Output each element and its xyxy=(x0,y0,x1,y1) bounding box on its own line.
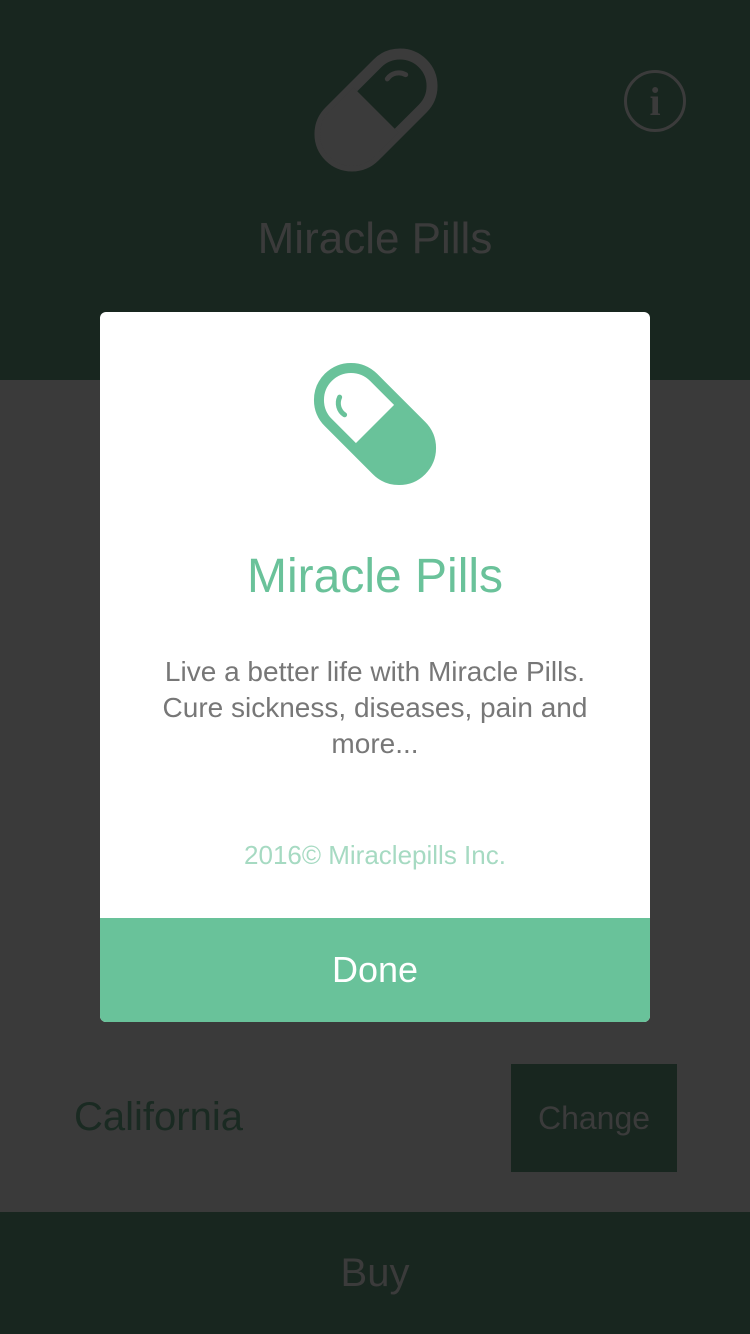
modal-description: Live a better life with Miracle Pills. C… xyxy=(162,656,588,759)
header-title: Miracle Pills xyxy=(257,214,493,263)
done-button[interactable]: Done xyxy=(100,918,650,1022)
pill-icon xyxy=(314,48,438,172)
about-modal: Miracle Pills Live a better life with Mi… xyxy=(100,312,650,1022)
pill-icon xyxy=(313,362,437,486)
copyright-text: 2016© Miraclepills Inc. xyxy=(244,840,506,870)
buy-button[interactable]: Buy xyxy=(0,1212,750,1334)
info-icon: i xyxy=(649,78,661,124)
state-label: California xyxy=(74,1095,243,1139)
info-button[interactable]: i xyxy=(624,70,686,132)
change-button[interactable]: Change xyxy=(511,1064,677,1172)
modal-title: Miracle Pills xyxy=(246,550,504,603)
